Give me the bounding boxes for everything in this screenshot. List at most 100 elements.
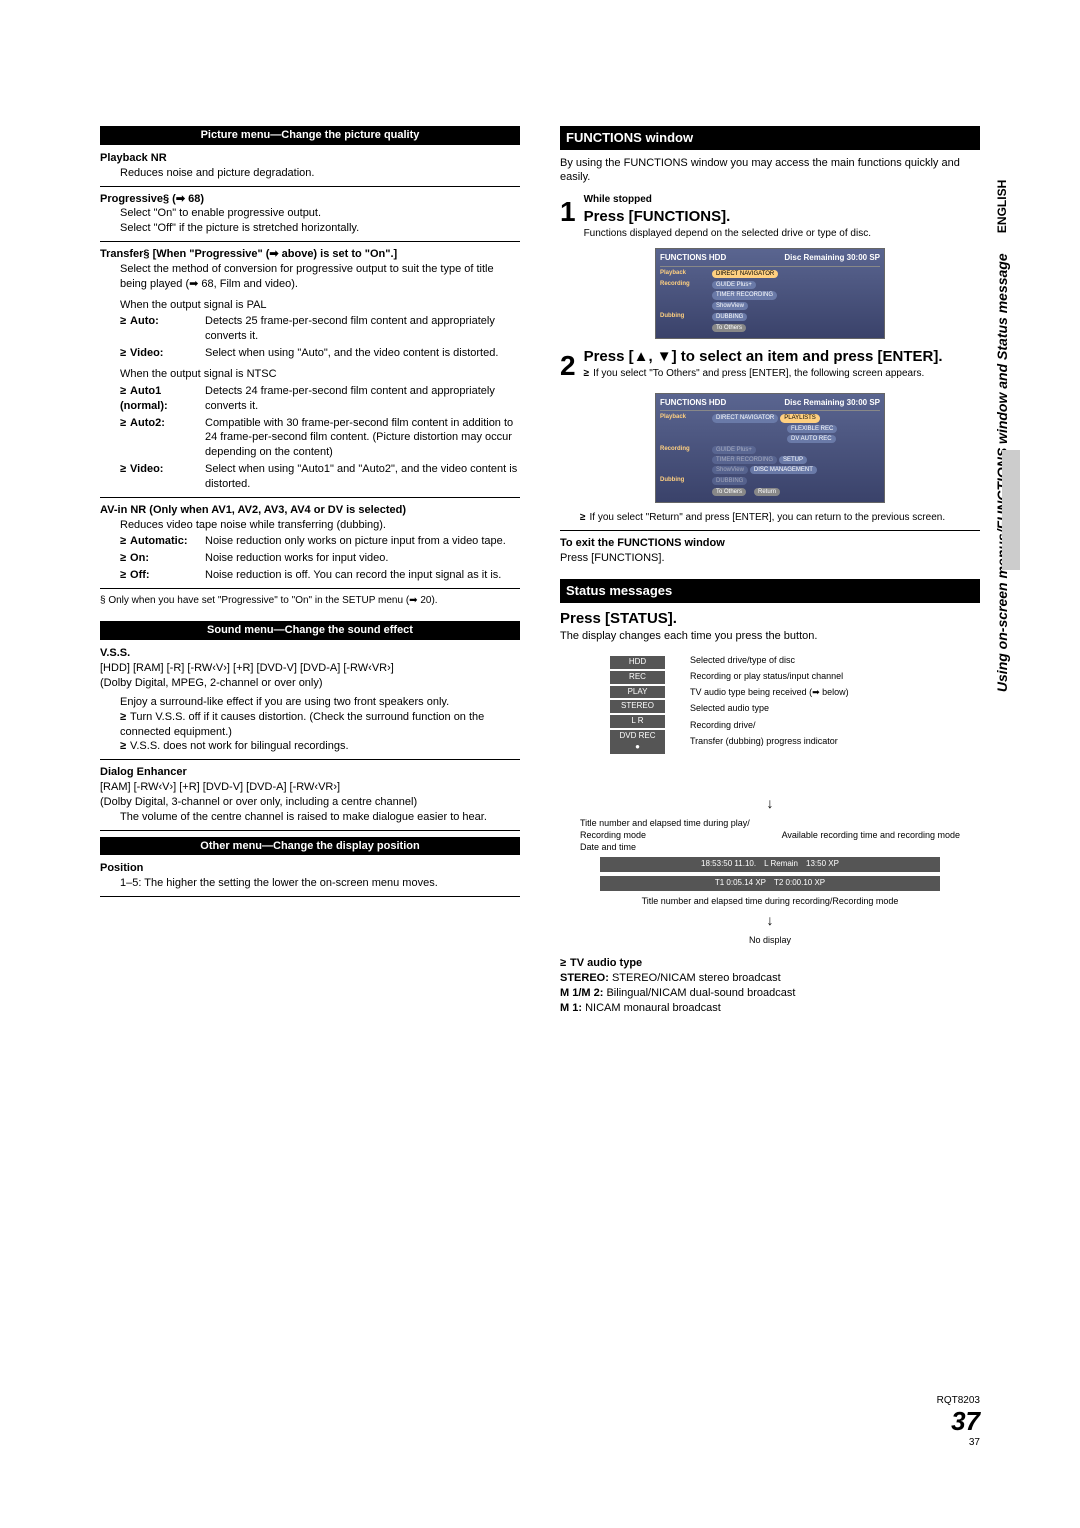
avin-auto-key: Automatic: — [120, 534, 205, 549]
osd2-playlists-button[interactable]: PLAYLISTS — [780, 414, 820, 422]
osd2-return-button[interactable]: Return — [754, 488, 780, 496]
playback-nr-title: Playback NR — [100, 151, 520, 166]
osd1-dubbing-button[interactable]: DUBBING — [712, 313, 747, 321]
status-nodisp: No display — [560, 934, 980, 946]
osd1-direct-navigator-button[interactable]: DIRECT NAVIGATOR — [712, 270, 778, 278]
status-bar2b: T2 0:00.10 XP — [774, 878, 825, 889]
status-lab3b: Selected audio type — [690, 702, 980, 714]
tv-audio-title: TV audio type — [560, 956, 980, 971]
ntsc-auto1-key: Auto1 (normal): — [120, 384, 205, 414]
vss-b2: Turn V.S.S. off if it causes distortion.… — [100, 710, 520, 740]
osd2-timer-rec-button[interactable]: TIMER RECORDING — [712, 456, 777, 464]
page-number-big: 37 — [937, 1406, 980, 1437]
vss-b3: V.S.S. does not work for bilingual recor… — [100, 739, 520, 754]
status-box-hdd: HDD — [610, 656, 665, 669]
left-column: Picture menu—Change the picture quality … — [100, 120, 520, 1015]
ntsc-auto2-val: Compatible with 30 frame-per-second film… — [205, 416, 520, 461]
vss-formats: [HDD] [RAM] [-R] [-RW‹V›] [+R] [DVD-V] [… — [100, 661, 520, 676]
doc-code: RQT8203 — [937, 1395, 980, 1406]
status-mid1: Title number and elapsed time during pla… — [580, 817, 960, 829]
avin-off-val: Noise reduction is off. You can record t… — [205, 568, 520, 583]
osd-functions-2: FUNCTIONS HDDDisc Remaining 30:00 SP Pla… — [655, 393, 885, 504]
sidebar-tab-marker — [1002, 450, 1020, 570]
vss-b1: Enjoy a surround-like effect if you are … — [100, 695, 520, 710]
step-1-action: Press [FUNCTIONS]. — [584, 207, 980, 227]
osd1-dubbing-label: Dubbing — [660, 312, 705, 322]
step-2-number: 2 — [560, 347, 576, 385]
step-2: 2 Press [▲, ▼] to select an item and pre… — [560, 347, 980, 385]
osd2-flexible-rec-button[interactable]: FLEXIBLE REC — [787, 425, 837, 433]
osd2-to-others-button[interactable]: To Others — [712, 488, 746, 496]
status-box-play: PLAY — [610, 686, 665, 699]
functions-intro: By using the FUNCTIONS window you may ac… — [560, 156, 980, 186]
separator — [100, 241, 520, 242]
separator — [100, 186, 520, 187]
avin-nr-desc: Reduces video tape noise while transferr… — [100, 518, 520, 533]
pal-auto-key: Auto: — [120, 314, 205, 344]
ntsc-video-key: Video: — [120, 462, 205, 492]
avin-off-key: Off: — [120, 568, 205, 583]
status-box-lr: L R — [610, 715, 665, 728]
osd1-to-others-button[interactable]: To Others — [712, 324, 746, 332]
pal-auto-val: Detects 25 frame-per-second film content… — [205, 314, 520, 344]
osd2-drive: HDD — [709, 398, 726, 407]
separator — [100, 497, 520, 498]
osd2-showview-button[interactable]: ShowView — [712, 466, 748, 474]
status-bar1a: 18:53:50 11.10. — [701, 859, 756, 870]
status-bar2a: T1 0:05.14 XP — [715, 878, 766, 889]
tv-audio-m1: NICAM monaural broadcast — [585, 1002, 721, 1014]
status-lab2: Recording or play status/input channel — [690, 670, 980, 682]
step-2-action: Press [▲, ▼] to select an item and press… — [584, 347, 980, 367]
tv-audio-m1-key: M 1: — [560, 1002, 582, 1014]
osd1-remaining: Disc Remaining 30:00 SP — [784, 253, 880, 264]
osd2-dubbing-label: Dubbing — [660, 476, 705, 486]
tv-audio-stereo: STEREO/NICAM stereo broadcast — [612, 972, 781, 984]
position-desc: 1–5: The higher the setting the lower th… — [100, 876, 520, 891]
osd2-setup-button[interactable]: SETUP — [779, 456, 807, 464]
avin-auto-val: Noise reduction only works on picture in… — [205, 534, 520, 549]
step-2-b2: If you select "Return" and press [ENTER]… — [560, 511, 980, 525]
status-bar-2: T1 0:05.14 XP T2 0:00.10 XP — [600, 876, 940, 891]
status-bar1c: 13:50 XP — [806, 859, 839, 870]
exit-desc: Press [FUNCTIONS]. — [560, 551, 980, 566]
ntsc-auto1-val: Detects 24 frame-per-second film content… — [205, 384, 520, 414]
status-bottom1: Title number and elapsed time during rec… — [560, 895, 980, 907]
vss-sub: (Dolby Digital, MPEG, 2-channel or over … — [100, 676, 520, 691]
osd2-disc-mgmt-button[interactable]: DISC MANAGEMENT — [750, 466, 817, 474]
status-labels: Selected drive/type of disc Recording or… — [690, 654, 980, 747]
osd2-recording-label: Recording — [660, 445, 705, 475]
exit-title: To exit the FUNCTIONS window — [560, 536, 980, 551]
osd2-title: FUNCTIONS — [660, 398, 707, 407]
sound-menu-title: Sound menu—Change the sound effect — [100, 621, 520, 640]
osd1-guide-plus-button[interactable]: GUIDE Plus+ — [712, 281, 756, 289]
arrow-down-icon: ↓ — [560, 911, 980, 930]
page-footer: RQT8203 37 37 — [937, 1395, 980, 1448]
page-container: Picture menu—Change the picture quality … — [0, 0, 1080, 1075]
avin-on-val: Noise reduction works for input video. — [205, 551, 520, 566]
osd1-recording-label: Recording — [660, 280, 705, 310]
status-lab3: TV audio type being received (➡ below) — [690, 686, 980, 698]
osd2-direct-navigator-button[interactable]: DIRECT NAVIGATOR — [712, 414, 778, 422]
transfer-desc: Select the method of conversion for prog… — [100, 262, 520, 292]
osd2-dubbing-button[interactable]: DUBBING — [712, 477, 747, 485]
status-mid4: Date and time — [580, 841, 960, 853]
status-box-dvdrec: DVD REC ● — [610, 730, 665, 754]
sidebar-text: Using on-screen menus/FUNCTIONS window a… — [994, 180, 1010, 692]
osd1-playback-label: Playback — [660, 269, 705, 279]
status-diagram: HDD REC PLAY STEREO L R DVD REC ● Select… — [560, 654, 980, 784]
osd1-timer-rec-button[interactable]: TIMER RECORDING — [712, 291, 777, 299]
status-mid3: Available recording time and recording m… — [782, 829, 960, 841]
status-lab1: Selected drive/type of disc — [690, 654, 980, 666]
transfer-title: Transfer§ [When "Progressive" (➡ above) … — [100, 247, 520, 262]
functions-window-title: FUNCTIONS window — [560, 126, 980, 150]
osd2-dv-auto-rec-button[interactable]: DV AUTO REC — [787, 435, 836, 443]
position-title: Position — [100, 861, 520, 876]
separator — [100, 759, 520, 760]
progressive-title: Progressive§ (➡ 68) — [100, 192, 520, 207]
step-1-label: While stopped — [584, 193, 980, 207]
osd1-showview-button[interactable]: ShowView — [712, 302, 748, 310]
dialog-sub: (Dolby Digital, 3-channel or over only, … — [100, 795, 520, 810]
osd2-remaining: Disc Remaining 30:00 SP — [784, 398, 880, 409]
pal-video-val: Select when using "Auto", and the video … — [205, 346, 520, 361]
osd2-guide-plus-button[interactable]: GUIDE Plus+ — [712, 446, 756, 454]
